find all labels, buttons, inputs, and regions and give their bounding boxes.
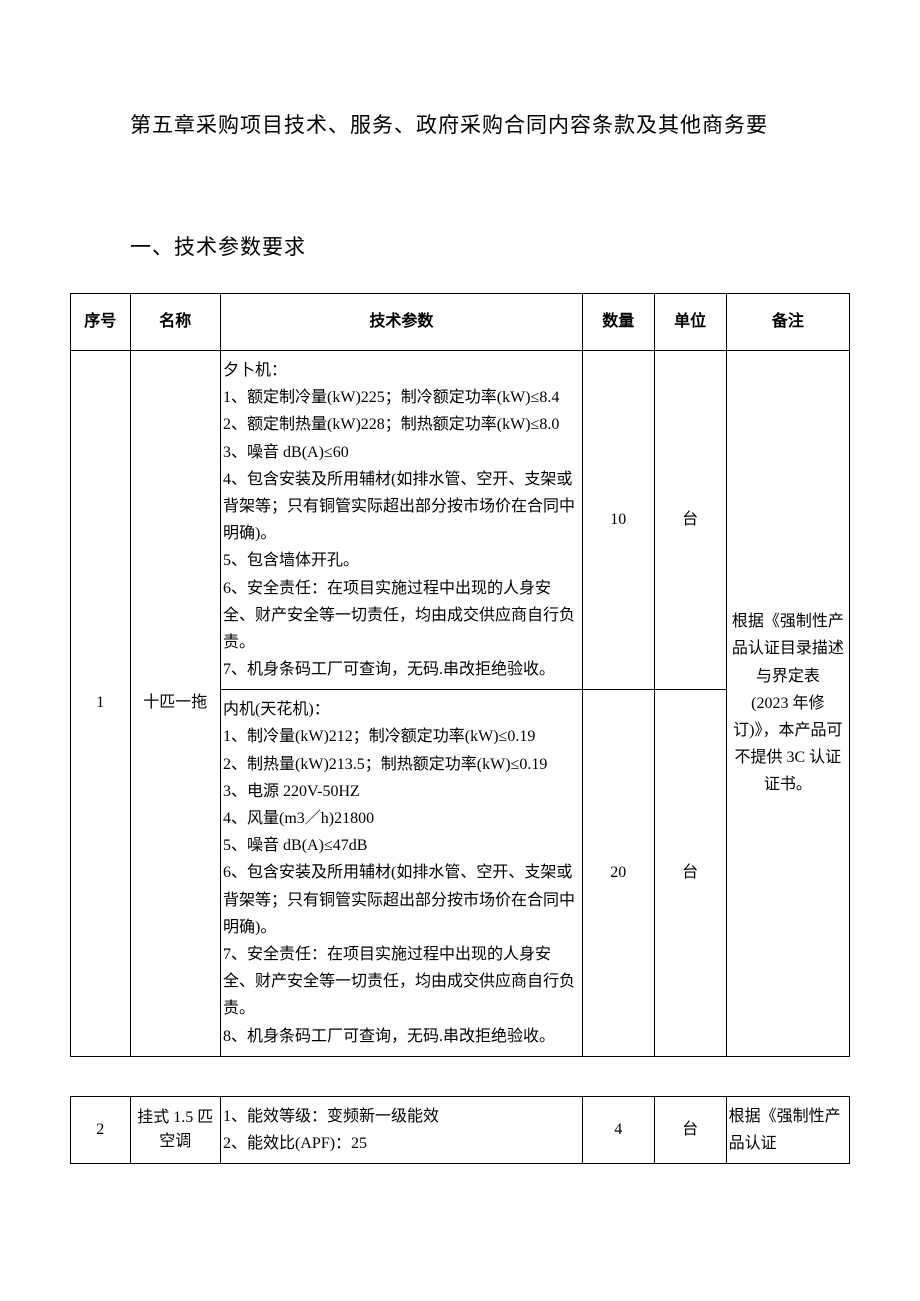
table-header-row: 序号 名称 技术参数 数量 单位 备注 — [71, 294, 850, 351]
page: 第五章采购项目技术、服务、政府采购合同内容条款及其他商务要 一、技术参数要求 序… — [0, 0, 920, 1301]
th-spec: 技术参数 — [221, 294, 583, 351]
cell-remark: 根据《强制性产品认证 — [726, 1096, 849, 1163]
cell-unit: 台 — [654, 351, 726, 690]
th-name: 名称 — [130, 294, 220, 351]
cell-spec: 内机(天花机)：1、制冷量(kW)212；制冷额定功率(kW)≤0.192、制热… — [221, 690, 583, 1056]
th-remark: 备注 — [726, 294, 849, 351]
cell-qty: 4 — [582, 1096, 654, 1163]
th-seq: 序号 — [71, 294, 131, 351]
cell-unit: 台 — [654, 690, 726, 1056]
spec-table: 序号 名称 技术参数 数量 单位 备注 1 十匹一拖 夕卜机：1、额定制冷量(k… — [70, 293, 850, 1164]
table-row: 1 十匹一拖 夕卜机：1、额定制冷量(kW)225；制冷额定功率(kW)≤8.4… — [71, 351, 850, 690]
cell-spec: 夕卜机：1、额定制冷量(kW)225；制冷额定功率(kW)≤8.42、额定制热量… — [221, 351, 583, 690]
cell-spec: 1、能效等级：变频新一级能效2、能效比(APF)：25 — [221, 1096, 583, 1163]
cell-name: 十匹一拖 — [130, 351, 220, 1057]
cell-seq: 1 — [71, 351, 131, 1057]
cell-unit: 台 — [654, 1096, 726, 1163]
cell-qty: 20 — [582, 690, 654, 1056]
cell-remark: 根据《强制性产品认证目录描述与界定表(2023 年修订)》，本产品可不提供 3C… — [726, 351, 849, 1057]
cell-seq: 2 — [71, 1096, 131, 1163]
section-title: 一、技术参数要求 — [130, 232, 850, 264]
spacer-cell — [71, 1056, 850, 1096]
th-qty: 数量 — [582, 294, 654, 351]
cell-name: 挂式 1.5 匹空调 — [130, 1096, 220, 1163]
cell-qty: 10 — [582, 351, 654, 690]
th-unit: 单位 — [654, 294, 726, 351]
table-row: 2 挂式 1.5 匹空调 1、能效等级：变频新一级能效2、能效比(APF)：25… — [71, 1096, 850, 1163]
spacer-row — [71, 1056, 850, 1096]
chapter-title: 第五章采购项目技术、服务、政府采购合同内容条款及其他商务要 — [130, 110, 850, 142]
